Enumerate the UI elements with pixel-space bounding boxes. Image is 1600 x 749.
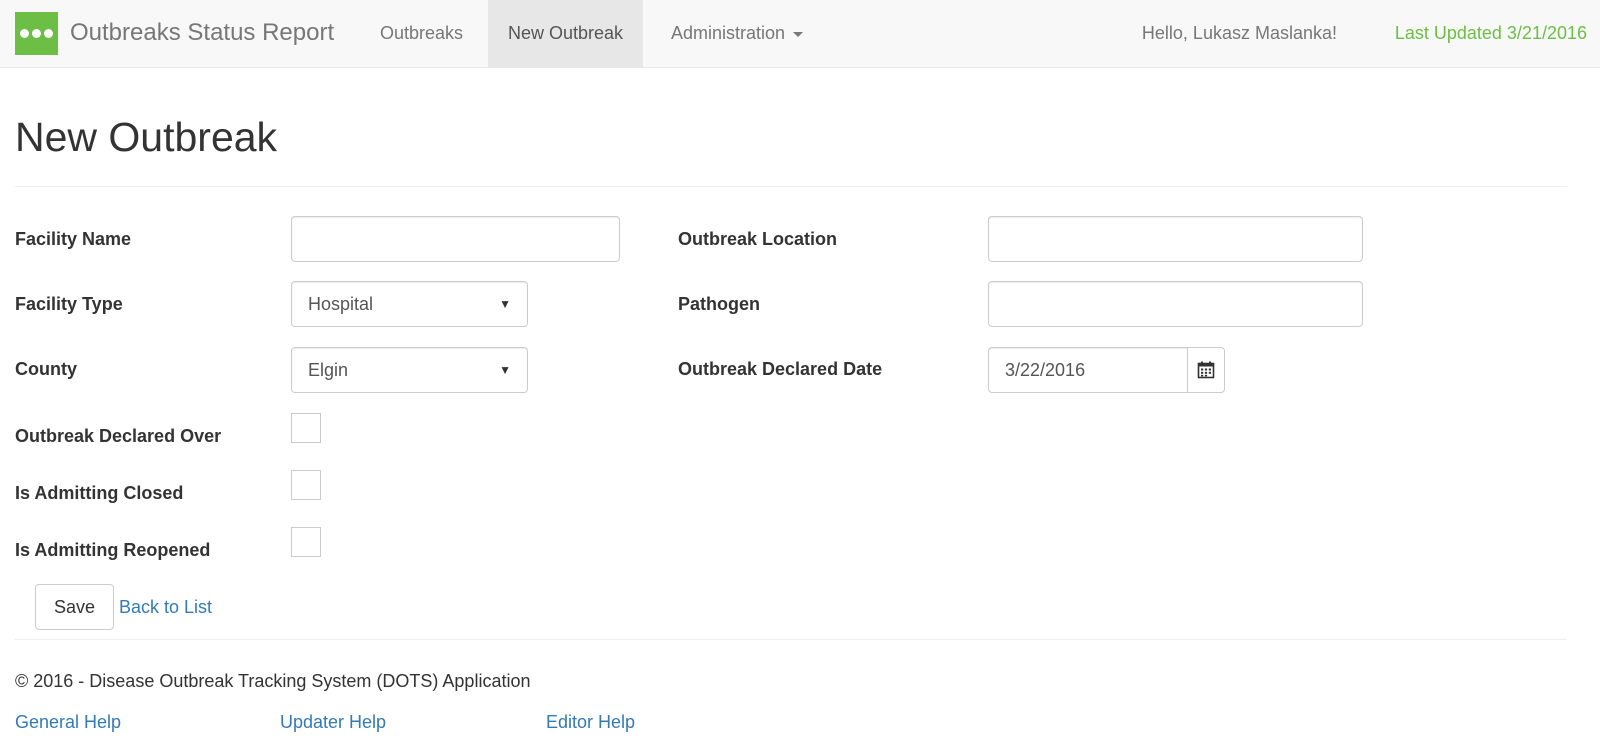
updater-help-link[interactable]: Updater Help: [280, 711, 386, 733]
back-to-list-link[interactable]: Back to List: [119, 596, 212, 618]
outbreak-location-input[interactable]: [988, 216, 1363, 262]
nav-new-outbreak[interactable]: New Outbreak: [488, 0, 644, 67]
editor-help-link[interactable]: Editor Help: [546, 711, 635, 733]
facility-type-select[interactable]: Hospital ▼: [291, 281, 528, 327]
outbreak-declared-over-checkbox[interactable]: [291, 413, 321, 443]
calendar-button[interactable]: [1187, 347, 1225, 393]
outbreak-declared-date-label: Outbreak Declared Date: [678, 359, 883, 379]
dropdown-arrow-icon: ▼: [499, 297, 511, 311]
facility-name-input[interactable]: [291, 216, 620, 262]
is-admitting-reopened-checkbox[interactable]: [291, 527, 321, 557]
outbreak-declared-over-label: Outbreak Declared Over: [15, 426, 222, 446]
save-button[interactable]: Save: [35, 584, 114, 630]
top-navbar: Outbreaks Status Report Outbreaks New Ou…: [0, 0, 1600, 68]
facility-type-label: Facility Type: [15, 294, 123, 314]
nav-administration[interactable]: Administration: [651, 0, 823, 67]
copyright-text: © 2016 - Disease Outbreak Tracking Syste…: [15, 671, 531, 691]
facility-type-value: Hospital: [308, 294, 374, 314]
three-dots-icon[interactable]: [15, 12, 58, 55]
county-select[interactable]: Elgin ▼: [291, 347, 528, 393]
calendar-icon: [1197, 361, 1215, 379]
is-admitting-closed-checkbox[interactable]: [291, 470, 321, 500]
divider: [15, 639, 1567, 640]
last-updated-text: Last Updated 3/21/2016: [1394, 23, 1587, 43]
is-admitting-reopened-label: Is Admitting Reopened: [15, 540, 211, 560]
outbreak-declared-date-input[interactable]: [988, 347, 1187, 393]
outbreak-declared-date-group: [988, 347, 1225, 393]
brand-title[interactable]: Outbreaks Status Report: [70, 18, 334, 48]
general-help-link[interactable]: General Help: [15, 711, 121, 733]
county-label: County: [15, 359, 77, 379]
dropdown-arrow-icon: ▼: [499, 363, 511, 377]
nav-administration-label: Administration: [671, 23, 786, 43]
county-value: Elgin: [308, 360, 349, 380]
page-title: New Outbreak: [15, 114, 278, 160]
nav-outbreaks[interactable]: Outbreaks: [360, 0, 483, 67]
user-greeting[interactable]: Hello, Lukasz Maslanka!: [1142, 0, 1337, 67]
chevron-down-icon: [793, 31, 804, 37]
pathogen-label: Pathogen: [678, 294, 761, 314]
divider: [15, 186, 1567, 187]
pathogen-input[interactable]: [988, 281, 1363, 327]
facility-name-label: Facility Name: [15, 229, 132, 249]
is-admitting-closed-label: Is Admitting Closed: [15, 483, 184, 503]
outbreak-location-label: Outbreak Location: [678, 229, 838, 249]
